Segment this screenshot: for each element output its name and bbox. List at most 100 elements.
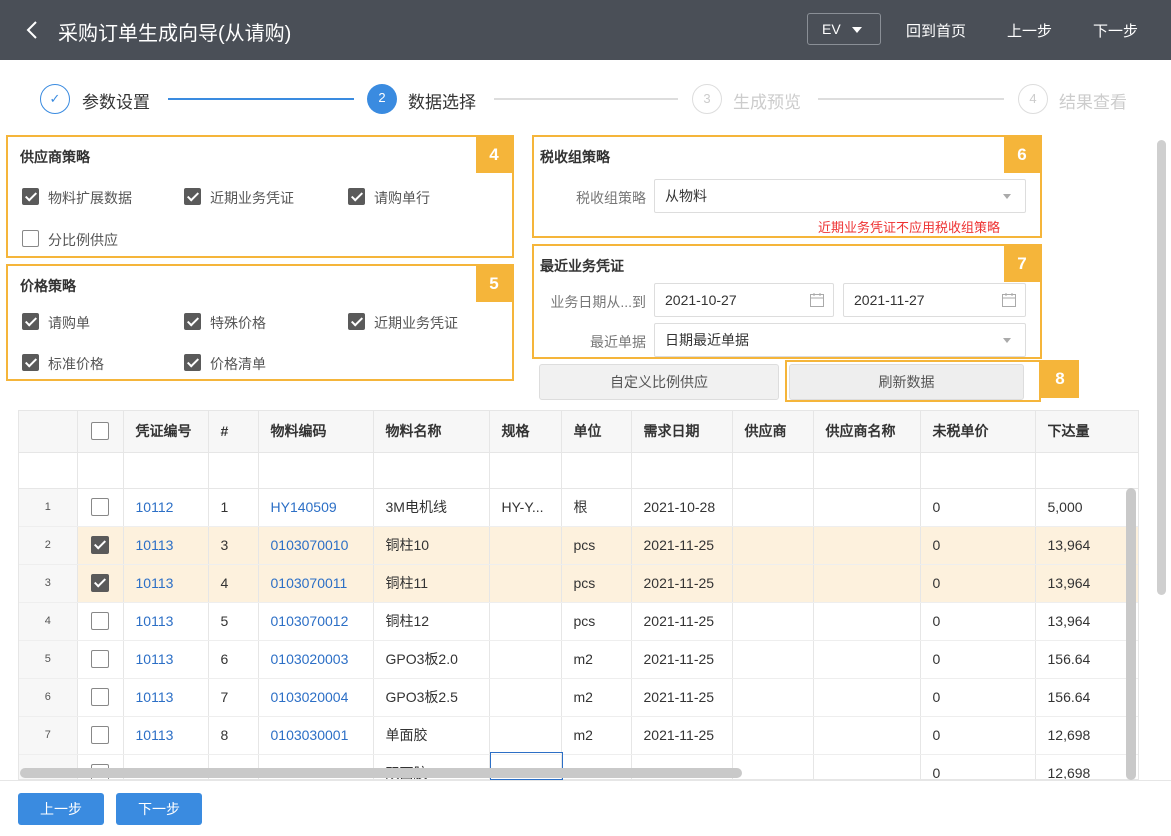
col-quantity[interactable]: 下达量	[1035, 411, 1138, 453]
filter-cell[interactable]	[631, 452, 733, 489]
select-all-checkbox[interactable]	[90, 422, 109, 441]
unit-price-cell[interactable]: 0	[920, 640, 1036, 679]
line-no-cell[interactable]: 8	[208, 716, 259, 755]
col-material-name[interactable]: 物料名称	[373, 411, 490, 453]
material-name-cell[interactable]: GPO3板2.5	[373, 678, 490, 717]
checkbox-checked[interactable]	[90, 536, 109, 555]
calendar-icon[interactable]	[809, 292, 825, 308]
checkbox-checked[interactable]	[90, 574, 109, 593]
checkbox-checked[interactable]	[184, 313, 201, 330]
quantity-cell[interactable]: 13,964	[1035, 526, 1138, 565]
filter-cell[interactable]	[732, 452, 814, 489]
table-row[interactable]: 2 10113 3 0103070010 铜柱10 pcs 2021-11-25 0 13,96…	[19, 526, 1138, 565]
supplier-cell[interactable]	[732, 640, 814, 679]
required-date-cell[interactable]: 2021-11-25	[631, 602, 733, 641]
date-from-input[interactable]: 2021-10-27	[654, 283, 834, 317]
spec-cell[interactable]	[489, 564, 562, 603]
row-select-cell[interactable]	[77, 640, 124, 679]
custom-ratio-button[interactable]: 自定义比例供应	[539, 364, 779, 400]
language-dropdown[interactable]: EV	[807, 13, 881, 45]
date-to-input[interactable]: 2021-11-27	[843, 283, 1026, 317]
required-date-cell[interactable]: 2021-11-25	[631, 640, 733, 679]
unit-cell[interactable]: m2	[561, 716, 632, 755]
required-date-cell[interactable]: 2021-11-25	[631, 526, 733, 565]
filter-cell[interactable]	[1035, 452, 1138, 489]
footer-prev-button[interactable]: 上一步	[18, 793, 104, 825]
step-2-label[interactable]: 数据选择	[408, 88, 476, 113]
material-name-cell[interactable]: 3M电机线	[373, 488, 490, 527]
col-unit-price[interactable]: 未税单价	[920, 411, 1036, 453]
footer-next-button[interactable]: 下一步	[116, 793, 202, 825]
supplier-name-cell[interactable]	[813, 716, 921, 755]
doc-no-cell[interactable]: 10113	[123, 716, 209, 755]
material-code-cell[interactable]: 0103020003	[258, 640, 374, 679]
calendar-icon[interactable]	[1001, 292, 1017, 308]
unit-cell[interactable]: 根	[561, 488, 632, 527]
row-select-cell[interactable]	[77, 564, 124, 603]
supplier-name-cell[interactable]	[813, 640, 921, 679]
filter-cell[interactable]	[373, 452, 490, 489]
checkbox-checked[interactable]	[184, 354, 201, 371]
unit-price-cell[interactable]: 0	[920, 526, 1036, 565]
back-arrow-icon[interactable]	[22, 18, 44, 42]
table-row[interactable]: 1 10112 1 HY140509 3M电机线 HY-Y... 根 2021-10-28 0 5…	[19, 488, 1138, 527]
supplier-name-cell[interactable]	[813, 754, 921, 779]
table-row[interactable]: 5 10113 6 0103020003 GPO3板2.0 m2 2021-11-25 0 15…	[19, 640, 1138, 679]
quantity-cell[interactable]: 156.64	[1035, 678, 1138, 717]
row-select-cell[interactable]	[77, 716, 124, 755]
spec-cell[interactable]: HY-Y...	[489, 488, 562, 527]
material-code-cell[interactable]: 0103030001	[258, 716, 374, 755]
unit-cell[interactable]: pcs	[561, 602, 632, 641]
material-code-cell[interactable]: 0103070010	[258, 526, 374, 565]
quantity-cell[interactable]: 5,000	[1035, 488, 1138, 527]
header-prev-button[interactable]: 上一步	[1007, 20, 1052, 41]
checkbox-unchecked[interactable]	[90, 498, 109, 517]
checkbox-unchecked[interactable]	[90, 688, 109, 707]
checkbox-checked[interactable]	[22, 354, 39, 371]
doc-no-cell[interactable]: 10113	[123, 526, 209, 565]
required-date-cell[interactable]: 2021-11-25	[631, 678, 733, 717]
checkbox-unchecked[interactable]	[90, 650, 109, 669]
supplier-name-cell[interactable]	[813, 564, 921, 603]
col-supplier-name[interactable]: 供应商名称	[813, 411, 921, 453]
supplier-name-cell[interactable]	[813, 678, 921, 717]
doc-no-cell[interactable]: 10113	[123, 564, 209, 603]
material-name-cell[interactable]: GPO3板2.0	[373, 640, 490, 679]
step-2-number[interactable]: 2	[367, 84, 397, 114]
unit-price-cell[interactable]: 0	[920, 564, 1036, 603]
checkbox-unchecked[interactable]	[90, 726, 109, 745]
line-no-cell[interactable]: 3	[208, 526, 259, 565]
material-name-cell[interactable]: 铜柱11	[373, 564, 490, 603]
supplier-cell[interactable]	[732, 564, 814, 603]
select-all-cell[interactable]	[77, 411, 124, 453]
required-date-cell[interactable]: 2021-10-28	[631, 488, 733, 527]
checkbox-checked[interactable]	[22, 188, 39, 205]
supplier-cell[interactable]	[732, 716, 814, 755]
spec-cell[interactable]	[489, 716, 562, 755]
doc-no-cell[interactable]: 10112	[123, 488, 209, 527]
required-date-cell[interactable]: 2021-11-25	[631, 716, 733, 755]
col-spec[interactable]: 规格	[489, 411, 562, 453]
col-doc-no[interactable]: 凭证编号	[123, 411, 209, 453]
col-supplier[interactable]: 供应商	[732, 411, 814, 453]
table-row[interactable]: 3 10113 4 0103070011 铜柱11 pcs 2021-11-25 0 13,96…	[19, 564, 1138, 603]
supplier-cell[interactable]	[732, 602, 814, 641]
material-name-cell[interactable]: 单面胶	[373, 716, 490, 755]
doc-no-cell[interactable]: 10113	[123, 678, 209, 717]
material-code-cell[interactable]: 0103020004	[258, 678, 374, 717]
material-code-cell[interactable]: HY140509	[258, 488, 374, 527]
grid-vertical-scrollbar[interactable]	[1126, 488, 1136, 780]
table-row[interactable]: 6 10113 7 0103020004 GPO3板2.5 m2 2021-11-25 0 15…	[19, 678, 1138, 717]
checkbox-unchecked[interactable]	[90, 612, 109, 631]
line-no-cell[interactable]: 6	[208, 640, 259, 679]
material-code-cell[interactable]: 0103070012	[258, 602, 374, 641]
checkbox-checked[interactable]	[22, 313, 39, 330]
unit-price-cell[interactable]: 0	[920, 678, 1036, 717]
unit-price-cell[interactable]: 0	[920, 488, 1036, 527]
col-required-date[interactable]: 需求日期	[631, 411, 733, 453]
supplier-name-cell[interactable]	[813, 526, 921, 565]
quantity-cell[interactable]: 156.64	[1035, 640, 1138, 679]
tax-strategy-select[interactable]: 从物料	[654, 179, 1026, 213]
filter-cell[interactable]	[813, 452, 921, 489]
supplier-name-cell[interactable]	[813, 488, 921, 527]
